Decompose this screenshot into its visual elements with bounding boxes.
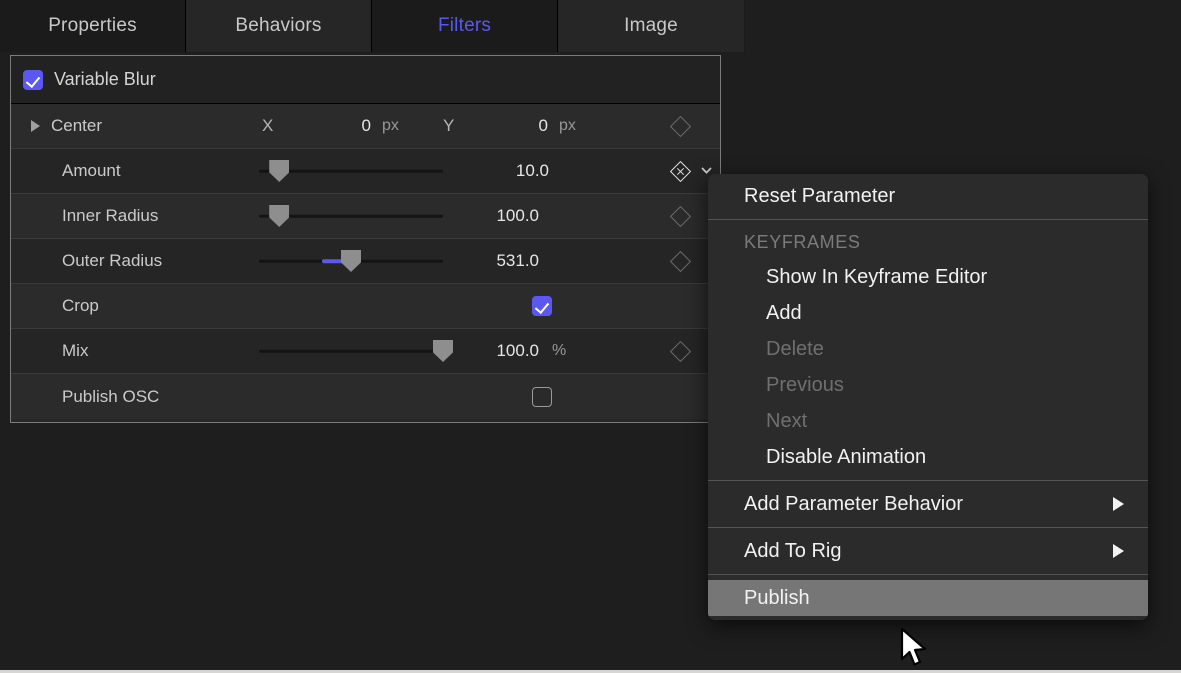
mix-value[interactable]: 100.0 — [459, 341, 539, 361]
keyframe-animated-icon-amount[interactable] — [670, 160, 691, 181]
menu-item-add-label: Add — [766, 302, 802, 325]
outer-radius-slider[interactable] — [259, 239, 443, 283]
mouse-pointer-icon — [899, 627, 929, 669]
inner-radius-value[interactable]: 100.0 — [459, 206, 539, 226]
parameter-label-mix: Mix — [62, 341, 88, 361]
filter-header-row: Variable Blur — [11, 56, 720, 104]
keyframe-diamond-icon-center[interactable] — [670, 115, 691, 136]
chevron-down-icon-amount[interactable] — [701, 167, 712, 174]
outer-radius-slider-thumb[interactable] — [341, 250, 361, 272]
disclosure-triangle-icon[interactable] — [31, 120, 40, 132]
parameter-context-menu: Reset Parameter KEYFRAMES Show In Keyfra… — [708, 174, 1148, 620]
menu-item-add-parameter-behavior-label: Add Parameter Behavior — [744, 493, 963, 516]
menu-separator-4 — [708, 574, 1148, 575]
keyframe-diamond-icon-mix[interactable] — [670, 340, 691, 361]
submenu-arrow-icon-add-to-rig — [1113, 544, 1124, 558]
menu-item-reset-parameter-label: Reset Parameter — [744, 185, 895, 208]
parameter-row-inner-radius[interactable]: Inner Radius 100.0 — [11, 194, 720, 239]
tab-behaviors[interactable]: Behaviors — [186, 0, 372, 52]
center-y-unit: px — [559, 117, 576, 135]
axis-label-x: X — [262, 116, 273, 136]
inspector-tab-bar: Properties Behaviors Filters Image — [0, 0, 745, 52]
menu-item-disable-animation-label: Disable Animation — [766, 446, 926, 469]
menu-section-keyframes-label: KEYFRAMES — [744, 232, 860, 253]
outer-radius-value[interactable]: 531.0 — [459, 251, 539, 271]
menu-item-add-parameter-behavior[interactable]: Add Parameter Behavior — [708, 486, 1148, 522]
inner-radius-slider[interactable] — [259, 194, 443, 238]
tab-properties-label: Properties — [48, 15, 137, 37]
parameter-label-publish-osc: Publish OSC — [62, 387, 159, 407]
menu-item-add-to-rig-label: Add To Rig — [744, 540, 841, 563]
menu-separator-2 — [708, 480, 1148, 481]
keyframe-diamond-icon-inner-radius[interactable] — [670, 205, 691, 226]
parameter-label-center: Center — [51, 116, 102, 136]
mix-slider[interactable] — [259, 329, 443, 373]
mix-slider-thumb[interactable] — [433, 340, 453, 362]
parameter-row-publish-osc[interactable]: Publish OSC — [11, 374, 720, 419]
parameter-label-inner-radius: Inner Radius — [62, 206, 158, 226]
menu-item-show-in-keyframe-editor[interactable]: Show In Keyframe Editor — [708, 259, 1148, 295]
filter-enable-checkbox[interactable] — [23, 70, 43, 90]
menu-section-keyframes: KEYFRAMES — [708, 225, 1148, 259]
menu-item-publish-label: Publish — [744, 587, 810, 610]
filter-parameter-panel: Variable Blur Center X 0 px Y 0 px Amoun… — [10, 55, 721, 423]
tab-filters-label: Filters — [438, 15, 491, 37]
menu-item-disable-animation[interactable]: Disable Animation — [708, 439, 1148, 475]
parameter-label-crop: Crop — [62, 296, 99, 316]
center-x-value[interactable]: 0 — [321, 116, 371, 136]
parameter-label-outer-radius: Outer Radius — [62, 251, 162, 271]
menu-item-previous: Previous — [708, 367, 1148, 403]
menu-separator-1 — [708, 219, 1148, 220]
parameter-row-center[interactable]: Center X 0 px Y 0 px — [11, 104, 720, 149]
tab-behaviors-label: Behaviors — [235, 15, 321, 37]
filter-name-label: Variable Blur — [54, 69, 156, 90]
motion-inspector-window: Properties Behaviors Filters Image Varia… — [0, 0, 1181, 673]
menu-item-show-in-keyframe-editor-label: Show In Keyframe Editor — [766, 266, 987, 289]
inner-radius-slider-thumb[interactable] — [269, 205, 289, 227]
parameter-row-outer-radius[interactable]: Outer Radius 531.0 — [11, 239, 720, 284]
menu-item-previous-label: Previous — [766, 374, 844, 397]
menu-separator-3 — [708, 527, 1148, 528]
menu-item-next-label: Next — [766, 410, 807, 433]
amount-slider[interactable] — [259, 149, 443, 193]
menu-item-add-to-rig[interactable]: Add To Rig — [708, 533, 1148, 569]
mix-unit: % — [552, 342, 566, 360]
menu-item-delete-label: Delete — [766, 338, 824, 361]
mix-slider-track — [259, 350, 443, 353]
parameter-row-crop[interactable]: Crop — [11, 284, 720, 329]
tab-image-label: Image — [624, 15, 678, 37]
submenu-arrow-icon-add-parameter-behavior — [1113, 497, 1124, 511]
tab-image[interactable]: Image — [558, 0, 744, 52]
axis-label-y: Y — [443, 116, 454, 136]
menu-item-delete: Delete — [708, 331, 1148, 367]
menu-item-reset-parameter[interactable]: Reset Parameter — [708, 178, 1148, 214]
parameter-row-amount[interactable]: Amount 10.0 — [11, 149, 720, 194]
parameter-row-mix[interactable]: Mix 100.0 % — [11, 329, 720, 374]
center-y-value[interactable]: 0 — [498, 116, 548, 136]
publish-osc-checkbox[interactable] — [532, 387, 552, 407]
amount-value[interactable]: 10.0 — [469, 161, 549, 181]
tab-filters[interactable]: Filters — [372, 0, 558, 52]
keyframe-diamond-icon-outer-radius[interactable] — [670, 250, 691, 271]
amount-slider-thumb[interactable] — [269, 160, 289, 182]
menu-item-add[interactable]: Add — [708, 295, 1148, 331]
crop-checkbox[interactable] — [532, 296, 552, 316]
menu-item-publish[interactable]: Publish — [708, 580, 1148, 616]
center-x-unit: px — [382, 117, 399, 135]
tab-properties[interactable]: Properties — [0, 0, 186, 52]
parameter-label-amount: Amount — [62, 161, 121, 181]
menu-item-next: Next — [708, 403, 1148, 439]
